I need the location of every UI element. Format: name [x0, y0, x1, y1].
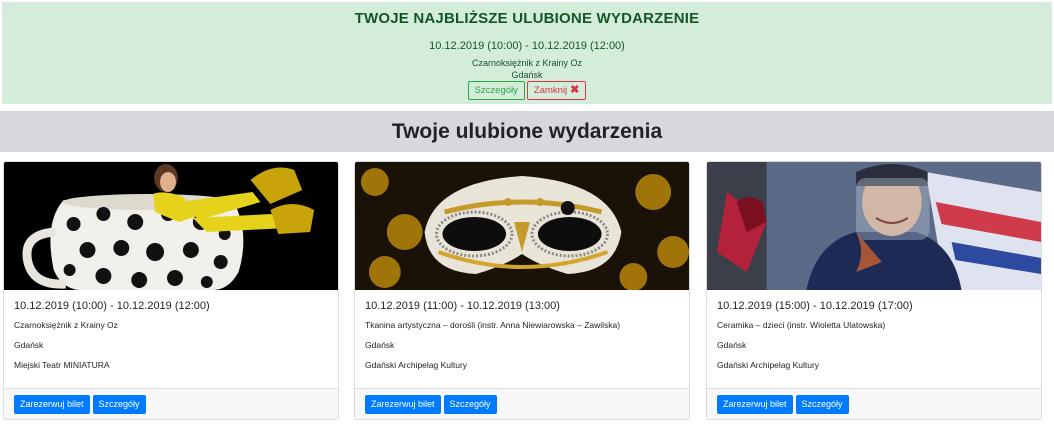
- banner-event-name: Czarnoksiężnik z Krainy Oz: [471, 58, 583, 68]
- event-venue: Gdański Archipelag Kultury: [365, 360, 468, 370]
- banner-actions: Szczegóły Zamknij ✖: [2, 81, 1052, 100]
- event-image-ceramics[interactable]: [707, 162, 1041, 290]
- reserve-ticket-button[interactable]: Zarezerwuj bilet: [365, 395, 441, 414]
- event-city: Gdańsk: [365, 340, 395, 350]
- nearest-event-banner: TWOJE NAJBLIŻSZE ULUBIONE WYDARZENIE 10.…: [2, 2, 1052, 104]
- banner-details-label: Szczegóły: [474, 85, 518, 96]
- banner-event-city: Gdańsk: [511, 70, 543, 80]
- carnival-mask-photo: [355, 162, 689, 290]
- event-name: Tkanina artystyczna – dorośli (instr. An…: [365, 320, 621, 330]
- favorites-section-header: Twoje ulubione wydarzenia: [0, 111, 1054, 152]
- banner-details-button[interactable]: Szczegóły: [467, 81, 525, 100]
- banner-close-button[interactable]: Zamknij ✖: [526, 81, 587, 100]
- event-card: 10.12.2019 (15:00) - 10.12.2019 (17:00) …: [706, 161, 1042, 420]
- details-button[interactable]: Szczegóły: [92, 395, 146, 414]
- banner-event-date: 10.12.2019 (10:00) - 10.12.2019 (12:00): [429, 40, 625, 52]
- close-x-icon: ✖: [570, 84, 580, 96]
- event-card-footer: Zarezerwuj bilet Szczegóły: [355, 388, 689, 419]
- event-date: 10.12.2019 (11:00) - 10.12.2019 (13:00): [365, 300, 560, 312]
- event-image-mask[interactable]: [355, 162, 689, 290]
- teacup-photo: [4, 162, 338, 290]
- banner-title: TWOJE NAJBLIŻSZE ULUBIONE WYDARZENIE: [354, 10, 700, 27]
- event-card-footer: Zarezerwuj bilet Szczegóły: [4, 388, 338, 419]
- event-card-footer: Zarezerwuj bilet Szczegóły: [707, 388, 1041, 419]
- event-name: Ceramika – dzieci (instr. Wioletta Ulato…: [717, 320, 886, 330]
- event-venue: Miejski Teatr MINIATURA: [14, 360, 110, 370]
- event-city: Gdańsk: [717, 340, 747, 350]
- event-card: 10.12.2019 (10:00) - 10.12.2019 (12:00) …: [3, 161, 339, 420]
- event-card: 10.12.2019 (11:00) - 10.12.2019 (13:00) …: [354, 161, 690, 420]
- event-name: Czarnoksiężnik z Krainy Oz: [14, 320, 118, 330]
- event-city: Gdańsk: [14, 340, 44, 350]
- event-card-body: 10.12.2019 (11:00) - 10.12.2019 (13:00) …: [355, 290, 689, 388]
- details-button[interactable]: Szczegóły: [795, 395, 849, 414]
- reserve-ticket-button[interactable]: Zarezerwuj bilet: [14, 395, 90, 414]
- reserve-ticket-button[interactable]: Zarezerwuj bilet: [717, 395, 793, 414]
- event-date: 10.12.2019 (15:00) - 10.12.2019 (17:00): [717, 300, 913, 312]
- details-button[interactable]: Szczegóły: [443, 395, 497, 414]
- event-card-body: 10.12.2019 (15:00) - 10.12.2019 (17:00) …: [707, 290, 1041, 388]
- section-title: Twoje ulubione wydarzenia: [391, 120, 663, 143]
- event-venue: Gdański Archipelag Kultury: [717, 360, 820, 370]
- event-card-body: 10.12.2019 (10:00) - 10.12.2019 (12:00) …: [4, 290, 338, 388]
- event-date: 10.12.2019 (10:00) - 10.12.2019 (12:00): [14, 300, 210, 312]
- banner-close-label: Zamknij: [533, 85, 568, 96]
- event-image-teacup[interactable]: [4, 162, 338, 290]
- face-shield-photo: [707, 162, 1041, 290]
